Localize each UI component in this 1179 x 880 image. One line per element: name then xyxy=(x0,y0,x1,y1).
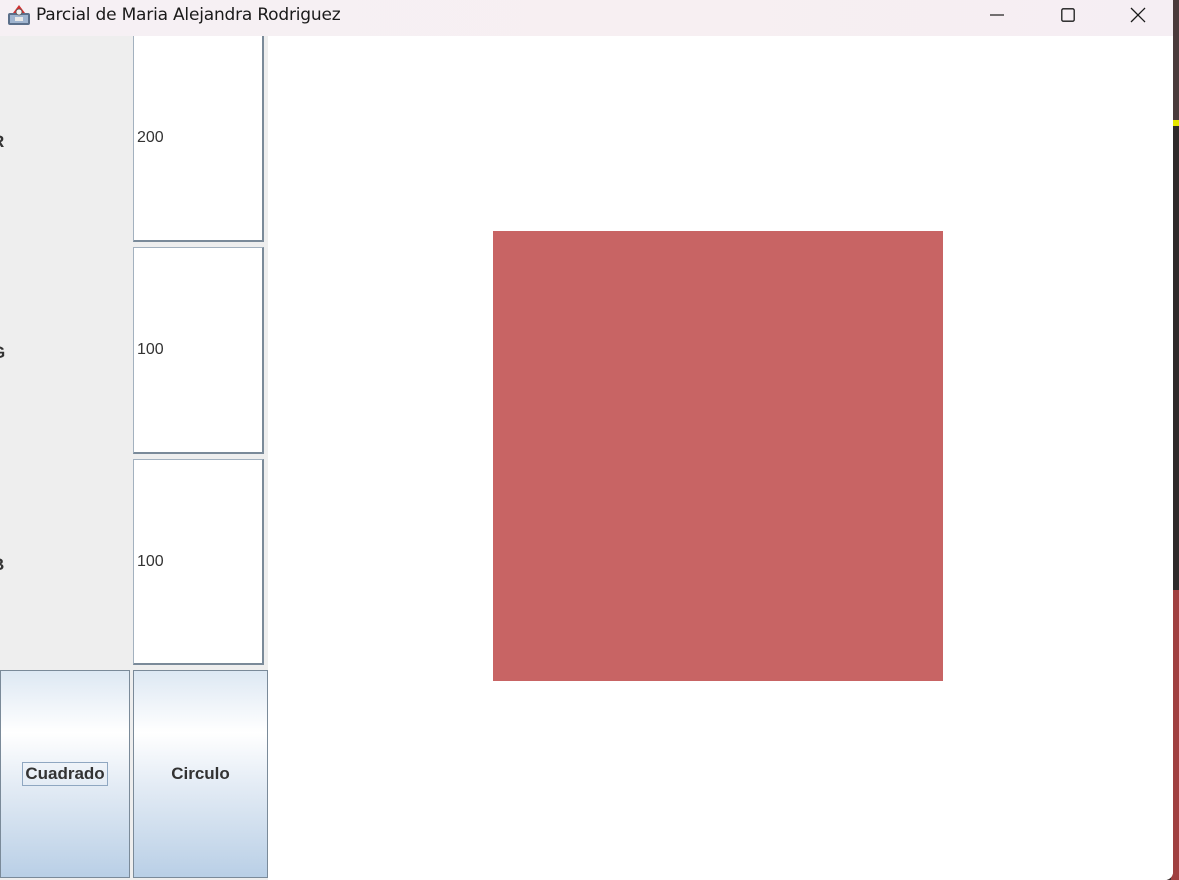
drawing-canvas xyxy=(268,36,1173,880)
r-label: R xyxy=(0,132,32,152)
title-bar[interactable]: Parcial de Maria Alejandra Rodriguez xyxy=(0,0,1173,36)
close-button[interactable] xyxy=(1103,0,1173,30)
minimize-button[interactable] xyxy=(962,0,1032,30)
b-label: B xyxy=(0,555,32,575)
square-button-label: Cuadrado xyxy=(22,762,108,786)
r-input[interactable] xyxy=(133,36,264,242)
minimize-icon xyxy=(990,14,1004,16)
g-input[interactable] xyxy=(133,247,264,454)
circle-button-label: Circulo xyxy=(171,764,230,783)
square-button[interactable]: Cuadrado xyxy=(0,670,130,878)
g-label: G xyxy=(0,343,32,363)
window-title: Parcial de Maria Alejandra Rodriguez xyxy=(36,5,341,25)
b-input[interactable] xyxy=(133,459,264,665)
app-window: Parcial de Maria Alejandra Rodriguez R G… xyxy=(0,0,1173,880)
circle-button[interactable]: Circulo xyxy=(133,670,268,878)
maximize-icon xyxy=(1061,8,1075,22)
controls-panel: R G B Cuadrado Circulo xyxy=(0,36,268,880)
close-icon xyxy=(1130,7,1146,23)
maximize-button[interactable] xyxy=(1033,0,1103,30)
drawn-square xyxy=(493,231,943,681)
java-app-icon xyxy=(7,3,31,27)
